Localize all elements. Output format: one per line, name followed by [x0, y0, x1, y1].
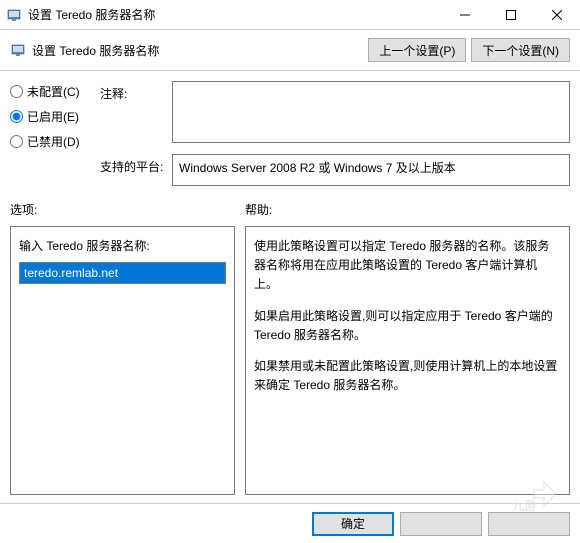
radio-label: 已禁用(D): [27, 133, 80, 150]
radio-not-configured-input[interactable]: [10, 85, 23, 98]
options-box: 输入 Teredo 服务器名称:: [10, 226, 235, 495]
options-header: 选项:: [10, 195, 235, 226]
platform-box: Windows Server 2008 R2 或 Windows 7 及以上版本: [172, 154, 570, 186]
window-title: 设置 Teredo 服务器名称: [28, 6, 442, 23]
policy-icon: [10, 42, 26, 58]
close-button[interactable]: [534, 0, 580, 30]
help-paragraph: 使用此策略设置可以指定 Teredo 服务器的名称。该服务器名称将用在应用此策略…: [254, 237, 561, 295]
header-title: 设置 Teredo 服务器名称: [32, 42, 363, 59]
radio-disabled[interactable]: 已禁用(D): [10, 133, 100, 150]
help-header: 帮助:: [245, 195, 570, 226]
help-box: 使用此策略设置可以指定 Teredo 服务器的名称。该服务器名称将用在应用此策略…: [245, 226, 570, 495]
radio-disabled-input[interactable]: [10, 135, 23, 148]
prev-setting-button[interactable]: 上一个设置(P): [368, 38, 466, 62]
next-setting-button[interactable]: 下一个设置(N): [471, 38, 570, 62]
titlebar-buttons: [442, 0, 580, 30]
radio-enabled-input[interactable]: [10, 110, 23, 123]
radio-enabled[interactable]: 已启用(E): [10, 108, 100, 125]
apply-button[interactable]: [488, 512, 570, 536]
options-column: 选项: 输入 Teredo 服务器名称:: [10, 195, 235, 495]
cancel-button[interactable]: [400, 512, 482, 536]
platform-label: 支持的平台:: [100, 154, 172, 186]
server-name-input[interactable]: [19, 262, 226, 284]
lower-panels: 选项: 输入 Teredo 服务器名称: 帮助: 使用此策略设置可以指定 Ter…: [0, 195, 580, 495]
help-column: 帮助: 使用此策略设置可以指定 Teredo 服务器的名称。该服务器名称将用在应…: [245, 195, 570, 495]
comment-label: 注释:: [100, 81, 172, 150]
maximize-button[interactable]: [488, 0, 534, 30]
radio-not-configured[interactable]: 未配置(C): [10, 83, 100, 100]
titlebar: 设置 Teredo 服务器名称: [0, 0, 580, 30]
comment-textarea[interactable]: [172, 81, 570, 143]
ok-button[interactable]: 确定: [312, 512, 394, 536]
header: 设置 Teredo 服务器名称 上一个设置(P) 下一个设置(N): [0, 30, 580, 71]
radio-group: 未配置(C) 已启用(E) 已禁用(D): [10, 81, 100, 150]
server-name-label: 输入 Teredo 服务器名称:: [19, 237, 226, 256]
radio-label: 未配置(C): [27, 83, 80, 100]
help-paragraph: 如果启用此策略设置,则可以指定应用于 Teredo 客户端的 Teredo 服务…: [254, 307, 561, 345]
footer: 确定: [0, 503, 580, 543]
config-area: 未配置(C) 已启用(E) 已禁用(D) 注释: 支持的平台: Windows …: [0, 71, 580, 195]
minimize-button[interactable]: [442, 0, 488, 30]
policy-icon: [6, 7, 22, 23]
radio-label: 已启用(E): [27, 108, 79, 125]
help-paragraph: 如果禁用或未配置此策略设置,则使用计算机上的本地设置来确定 Teredo 服务器…: [254, 357, 561, 395]
